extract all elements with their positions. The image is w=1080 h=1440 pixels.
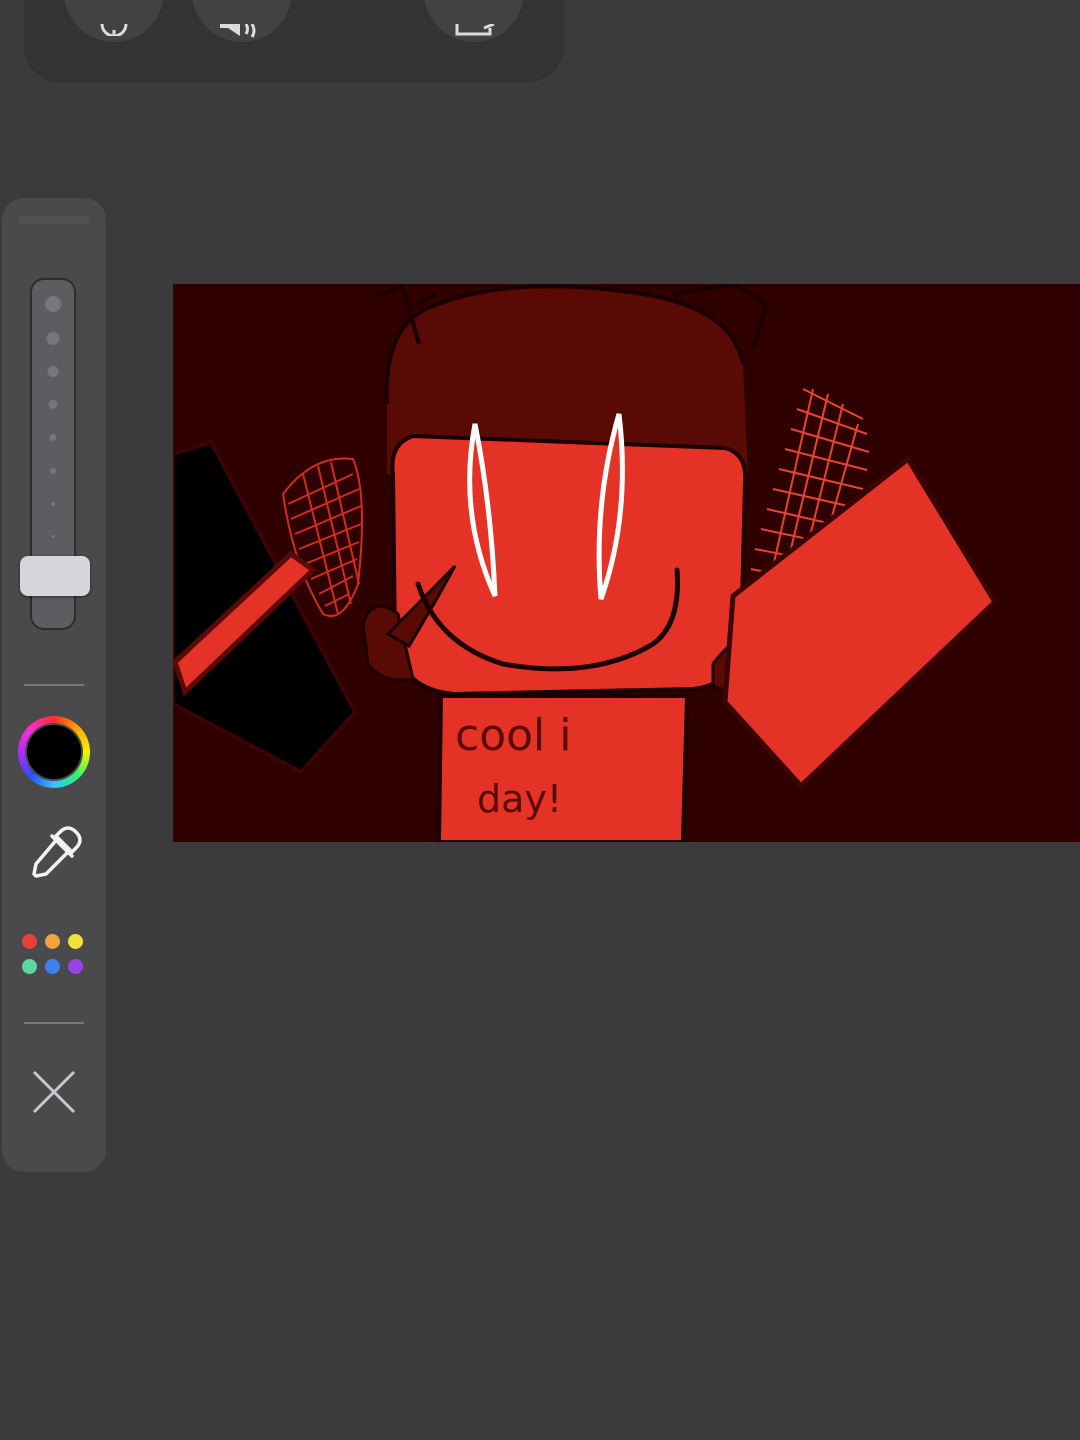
size-dot: [51, 535, 55, 538]
speaker-button[interactable]: [192, 0, 292, 42]
eyedropper-icon: [32, 826, 82, 878]
brush-size-thumb[interactable]: [20, 556, 90, 596]
palette-dot: [68, 934, 83, 949]
microphone-button[interactable]: [64, 0, 164, 42]
size-dot: [50, 468, 56, 474]
palette-dot: [45, 959, 60, 974]
size-dot: [46, 332, 60, 345]
shirt-text-line-2: day!: [477, 777, 562, 821]
panel-divider: [24, 1022, 84, 1024]
share-icon: [455, 24, 495, 36]
palette-icon[interactable]: [22, 934, 88, 980]
size-dot: [51, 502, 55, 506]
drawing-canvas[interactable]: cool i day!: [173, 284, 1080, 842]
speaker-icon: [220, 24, 256, 38]
close-icon: [32, 1070, 76, 1114]
size-dot: [45, 296, 61, 312]
color-wheel-icon[interactable]: [18, 716, 90, 788]
shirt-text-line-1: cool i: [455, 710, 571, 761]
size-dot: [49, 434, 57, 441]
size-dot: [48, 400, 58, 409]
palette-dot: [22, 959, 37, 974]
panel-drag-handle[interactable]: [18, 216, 90, 224]
top-control-bar: [24, 0, 564, 82]
palette-dot: [68, 959, 83, 974]
drawing-tool-panel: [2, 198, 106, 1172]
palette-dot: [22, 934, 37, 949]
panel-divider: [24, 684, 84, 686]
share-button[interactable]: [424, 0, 524, 42]
close-button[interactable]: [30, 1068, 78, 1120]
selected-color-swatch: [27, 725, 81, 779]
size-dot: [47, 366, 59, 377]
microphone-icon: [100, 24, 128, 36]
palette-dot: [45, 934, 60, 949]
face-shape: [390, 433, 748, 697]
eyedropper-button[interactable]: [24, 824, 84, 888]
canvas-artwork: cool i day!: [173, 284, 1080, 842]
